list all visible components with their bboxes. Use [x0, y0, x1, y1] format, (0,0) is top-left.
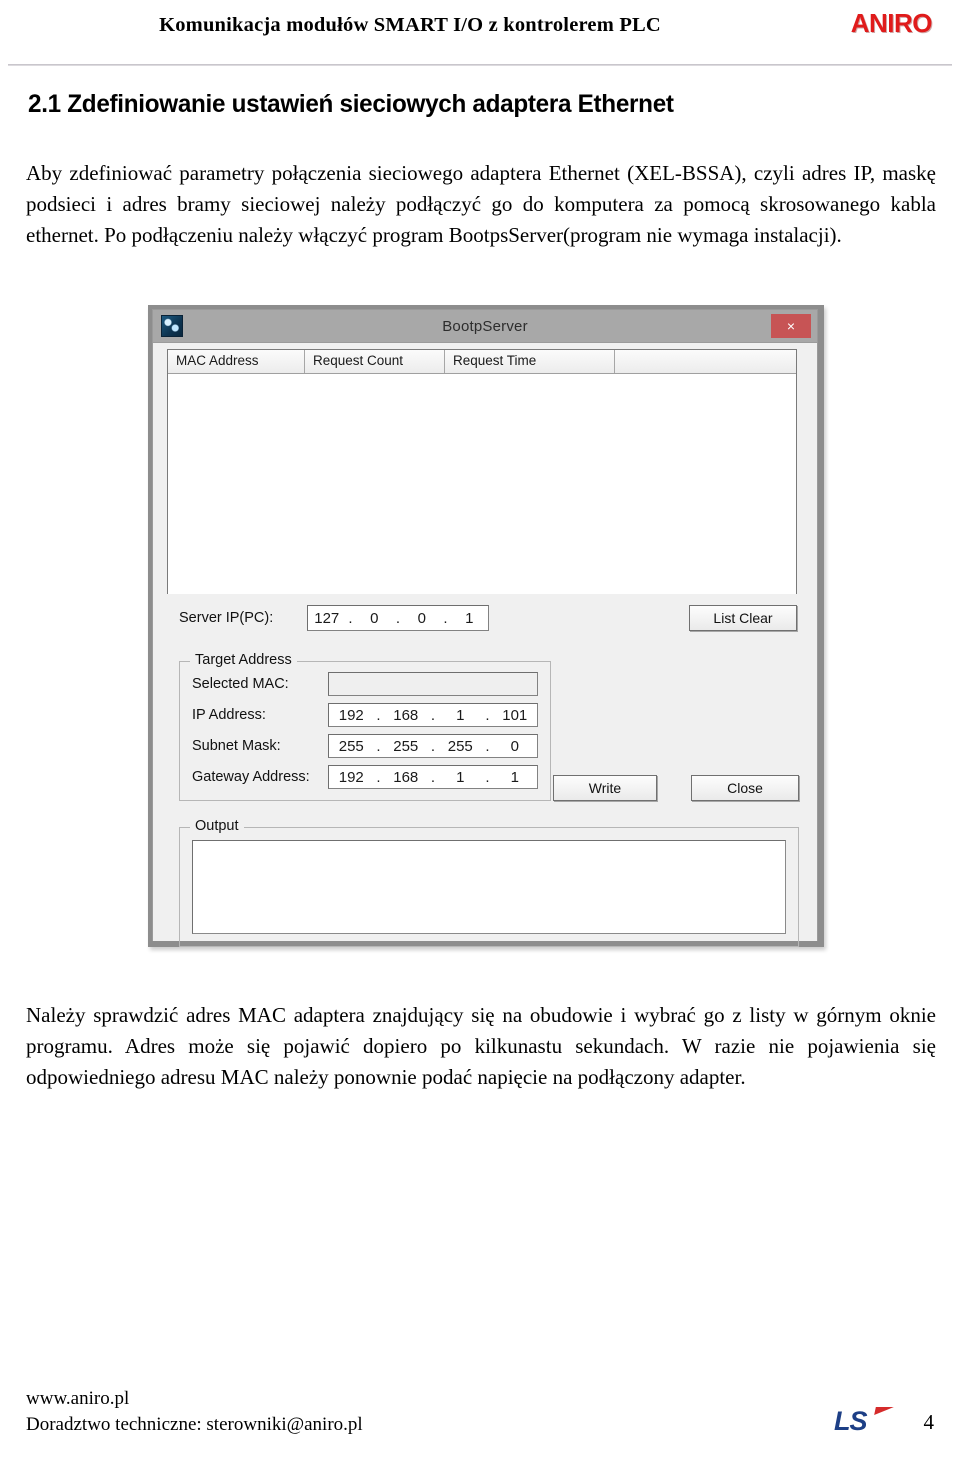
gateway-octet-3[interactable]: 1 — [438, 769, 483, 786]
list-clear-button[interactable]: List Clear — [689, 605, 797, 631]
column-header-blank[interactable] — [615, 350, 796, 373]
target-address-group: Target Address Selected MAC: IP Address:… — [179, 652, 551, 801]
write-button[interactable]: Write — [553, 775, 657, 801]
ls-logo: LS — [834, 1406, 898, 1436]
close-button[interactable]: Close — [691, 775, 799, 801]
server-ip-octet-2[interactable]: 0 — [356, 610, 394, 627]
ip-dot: . — [485, 737, 490, 755]
selected-mac-field[interactable] — [328, 672, 538, 696]
gateway-address-input[interactable]: 192 . 168 . 1 . 1 — [328, 765, 538, 789]
ip-dot: . — [376, 706, 381, 724]
ip-dot: . — [430, 706, 436, 724]
server-ip-octet-3[interactable]: 0 — [403, 610, 441, 627]
column-header-request-count[interactable]: Request Count — [305, 350, 445, 373]
subnet-mask-label: Subnet Mask: — [192, 738, 281, 754]
list-header-row: MAC Address Request Count Request Time — [168, 350, 796, 374]
server-ip-octet-4[interactable]: 1 — [451, 610, 489, 627]
ip-dot: . — [395, 609, 401, 627]
server-ip-input[interactable]: 127 . 0 . 0 . 1 — [307, 605, 489, 631]
ip-dot: . — [376, 737, 381, 755]
server-ip-octet-1[interactable]: 127 — [308, 610, 346, 627]
gateway-octet-2[interactable]: 168 — [384, 769, 429, 786]
request-list-view[interactable]: MAC Address Request Count Request Time — [167, 349, 797, 594]
page-number: 4 — [923, 1410, 935, 1434]
subnet-mask-octet-4[interactable]: 0 — [493, 738, 538, 755]
gateway-octet-1[interactable]: 192 — [329, 769, 374, 786]
page-title: 2.1 Zdefiniowanie ustawień sieciowych ad… — [28, 90, 674, 118]
ip-address-label: IP Address: — [192, 707, 266, 723]
closing-paragraph: Należy sprawdzić adres MAC adaptera znaj… — [26, 1003, 936, 1089]
document-header-title: Komunikacja modułów SMART I/O z kontrole… — [159, 14, 661, 36]
ip-dot: . — [376, 768, 381, 786]
ip-dot: . — [348, 609, 353, 627]
ip-dot: . — [443, 609, 448, 627]
subnet-mask-octet-1[interactable]: 255 — [329, 738, 374, 755]
ip-address-octet-1[interactable]: 192 — [329, 707, 374, 724]
gateway-octet-4[interactable]: 1 — [493, 769, 538, 786]
output-textarea[interactable] — [192, 840, 786, 934]
aniro-logo: ANIRO — [850, 8, 933, 38]
ls-swoosh-icon — [874, 1407, 894, 1415]
footer-contact: Doradztwo techniczne: sterowniki@aniro.p… — [26, 1414, 363, 1435]
ip-dot: . — [430, 768, 436, 786]
ip-dot: . — [430, 737, 436, 755]
page-header: Komunikacja modułów SMART I/O z kontrole… — [0, 0, 960, 58]
server-ip-label: Server IP(PC): — [179, 610, 274, 626]
column-header-request-time[interactable]: Request Time — [445, 350, 615, 373]
page-footer: www.aniro.pl Doradztwo techniczne: stero… — [0, 1388, 960, 1448]
intro-paragraph: Aby zdefiniować parametry połączenia sie… — [26, 161, 936, 247]
ip-address-input[interactable]: 192 . 168 . 1 . 101 — [328, 703, 538, 727]
gateway-address-label: Gateway Address: — [192, 769, 310, 785]
subnet-mask-octet-3[interactable]: 255 — [438, 738, 483, 755]
column-header-mac-address[interactable]: MAC Address — [168, 350, 305, 373]
list-body-empty[interactable] — [168, 374, 796, 594]
target-address-legend: Target Address — [190, 652, 297, 668]
bootpserver-dialog: BootpServer × MAC Address Request Count … — [152, 309, 818, 947]
selected-mac-label: Selected MAC: — [192, 676, 289, 692]
close-icon[interactable]: × — [771, 314, 811, 338]
ip-address-octet-4[interactable]: 101 — [493, 707, 538, 724]
ip-dot: . — [485, 768, 490, 786]
ip-address-octet-3[interactable]: 1 — [438, 707, 483, 724]
output-legend: Output — [190, 818, 244, 834]
ip-dot: . — [485, 706, 490, 724]
subnet-mask-octet-2[interactable]: 255 — [384, 738, 429, 755]
header-divider — [8, 64, 952, 66]
ls-logo-text: LS — [834, 1406, 868, 1436]
ip-address-octet-2[interactable]: 168 — [384, 707, 429, 724]
dialog-body: MAC Address Request Count Request Time S… — [153, 343, 817, 947]
output-group: Output — [179, 818, 799, 947]
app-icon — [161, 315, 183, 337]
dialog-title: BootpServer — [442, 317, 528, 335]
subnet-mask-input[interactable]: 255 . 255 . 255 . 0 — [328, 734, 538, 758]
server-ip-row: Server IP(PC): 127 . 0 . 0 . 1 List Clea… — [167, 605, 797, 633]
dialog-title-bar: BootpServer × — [153, 310, 817, 343]
footer-website: www.aniro.pl — [26, 1388, 130, 1409]
